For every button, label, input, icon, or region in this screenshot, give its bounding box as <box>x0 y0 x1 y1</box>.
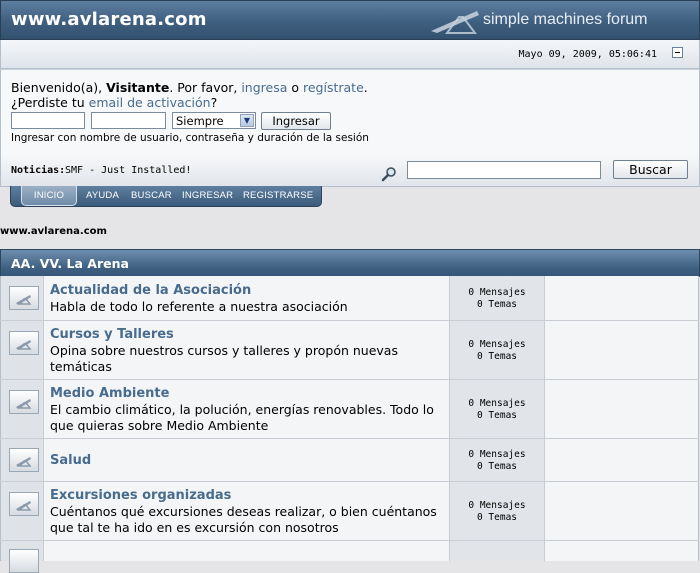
board-topics: 0 Temas <box>476 512 518 523</box>
board-name[interactable]: Actualidad de la Asociación <box>50 283 251 298</box>
board-info <box>44 541 450 561</box>
board-description: Habla de todo lo referente a nuestra aso… <box>50 299 348 314</box>
chevron-down-icon[interactable]: ▼ <box>240 114 254 127</box>
board-row-partial <box>0 541 699 573</box>
board-row: Excursiones organizadas Cuéntanos qué ex… <box>0 482 699 541</box>
board-status-icon[interactable] <box>9 492 39 516</box>
forum-header: www.avlarena.com simple machines forum <box>0 0 700 40</box>
date-bar: Mayo 09, 2009, 05:06:41 <box>0 40 700 69</box>
board-last-post <box>545 541 699 561</box>
board-row: Salud 0 Mensajes 0 Temas <box>0 439 699 482</box>
board-posts: 0 Mensajes <box>468 449 526 460</box>
board-description: Cuéntanos qué excursiones deseas realiza… <box>50 504 437 535</box>
welcome-mid: . Por favor, <box>169 80 242 95</box>
board-last-post <box>545 276 699 320</box>
news-bar: Noticias: SMF - Just Installed! Buscar <box>0 154 700 187</box>
board-row: Actualidad de la Asociación Habla de tod… <box>0 276 699 321</box>
category-header: AA. VV. La Arena <box>0 249 700 277</box>
board-list: Actualidad de la Asociación Habla de tod… <box>0 276 699 573</box>
search-button[interactable]: Buscar <box>613 160 688 179</box>
board-icon-cell <box>0 276 44 320</box>
smf-logo-text: simple machines forum <box>483 11 648 28</box>
tab-registrarse[interactable]: REGISTRARSE <box>243 186 313 206</box>
board-row: Medio Ambiente El cambio climático, la p… <box>0 380 699 439</box>
board-icon-cell <box>0 482 44 540</box>
board-stats: 0 Mensajes 0 Temas <box>450 482 545 540</box>
forgot-prefix: ¿Perdiste tu <box>11 95 89 110</box>
board-status-icon[interactable] <box>9 331 39 355</box>
board-status-icon[interactable] <box>9 448 39 472</box>
tab-ayuda[interactable]: AYUDA <box>86 186 119 206</box>
board-icon-cell <box>0 380 44 438</box>
board-name[interactable]: Excursiones organizadas <box>50 488 231 503</box>
welcome-prefix: Bienvenido(a), <box>11 80 107 95</box>
password-input[interactable] <box>91 112 166 129</box>
news-text: SMF - Just Installed! <box>65 165 192 176</box>
welcome-text: Bienvenido(a), Visitante. Por favor, ing… <box>11 80 368 95</box>
board-description: El cambio climático, la polución, energí… <box>50 402 434 433</box>
board-icon-cell <box>0 439 44 481</box>
board-last-post <box>545 380 699 438</box>
welcome-end: . <box>363 80 368 95</box>
board-icon-cell <box>0 541 44 573</box>
search-input[interactable] <box>407 161 601 179</box>
session-duration-select[interactable]: Siempre ▼ <box>172 112 256 129</box>
username-input[interactable] <box>11 112 85 129</box>
board-topics: 0 Temas <box>476 410 518 421</box>
forgot-text: ¿Perdiste tu email de activación? <box>11 95 217 110</box>
board-stats <box>450 541 545 561</box>
board-last-post <box>545 321 699 379</box>
tab-buscar[interactable]: BUSCAR <box>131 186 172 206</box>
activation-email-link[interactable]: email de activación <box>89 95 211 110</box>
board-name[interactable]: Salud <box>50 453 91 468</box>
board-info: Salud <box>44 439 450 481</box>
search-icon <box>381 167 396 182</box>
tab-inicio[interactable]: INICIO <box>21 186 77 206</box>
board-stats: 0 Mensajes 0 Temas <box>450 439 545 481</box>
board-topics: 0 Temas <box>476 299 518 310</box>
news-label: Noticias: <box>11 165 66 176</box>
board-stats: 0 Mensajes 0 Temas <box>450 276 545 320</box>
board-posts: 0 Mensajes <box>468 287 526 298</box>
collapse-icon[interactable] <box>672 47 683 58</box>
board-description: Opina sobre nuestros cursos y talleres y… <box>50 343 398 374</box>
board-name[interactable]: Cursos y Talleres <box>50 327 174 342</box>
current-date: Mayo 09, 2009, 05:06:41 <box>518 49 657 60</box>
board-posts: 0 Mensajes <box>468 398 526 409</box>
board-posts: 0 Mensajes <box>468 339 526 350</box>
board-status-icon[interactable] <box>9 549 39 573</box>
tab-ingresar[interactable]: INGRESAR <box>182 186 233 206</box>
register-link[interactable]: regístrate <box>303 80 364 95</box>
board-info: Actualidad de la Asociación Habla de tod… <box>44 276 450 320</box>
guest-name: Visitante <box>106 80 170 95</box>
session-duration-value: Siempre <box>176 114 224 128</box>
board-info: Cursos y Talleres Opina sobre nuestros c… <box>44 321 450 379</box>
main-menu: INICIO AYUDA BUSCAR INGRESAR REGISTRARSE <box>10 186 322 207</box>
board-info: Medio Ambiente El cambio climático, la p… <box>44 380 450 438</box>
forgot-suffix: ? <box>210 95 218 110</box>
board-last-post <box>545 439 699 481</box>
board-name[interactable]: Medio Ambiente <box>50 386 169 401</box>
login-link[interactable]: ingresa <box>241 80 287 95</box>
board-topics: 0 Temas <box>476 351 518 362</box>
board-status-icon[interactable] <box>9 286 39 310</box>
board-icon-cell <box>0 321 44 379</box>
login-panel: Bienvenido(a), Visitante. Por favor, ing… <box>0 69 700 155</box>
board-status-icon[interactable] <box>9 390 39 414</box>
board-stats: 0 Mensajes 0 Temas <box>450 321 545 379</box>
board-topics: 0 Temas <box>476 461 518 472</box>
login-hint: Ingresar con nombre de usuario, contrase… <box>11 132 369 144</box>
category-title[interactable]: AA. VV. La Arena <box>11 256 129 271</box>
board-info: Excursiones organizadas Cuéntanos qué ex… <box>44 482 450 540</box>
login-button[interactable]: Ingresar <box>261 112 331 130</box>
site-title[interactable]: www.avlarena.com <box>11 9 207 30</box>
board-row: Cursos y Talleres Opina sobre nuestros c… <box>0 321 699 380</box>
board-last-post <box>545 482 699 540</box>
board-posts: 0 Mensajes <box>468 500 526 511</box>
or-text: o <box>287 80 303 95</box>
breadcrumb[interactable]: www.avlarena.com <box>0 226 107 237</box>
board-stats: 0 Mensajes 0 Temas <box>450 380 545 438</box>
